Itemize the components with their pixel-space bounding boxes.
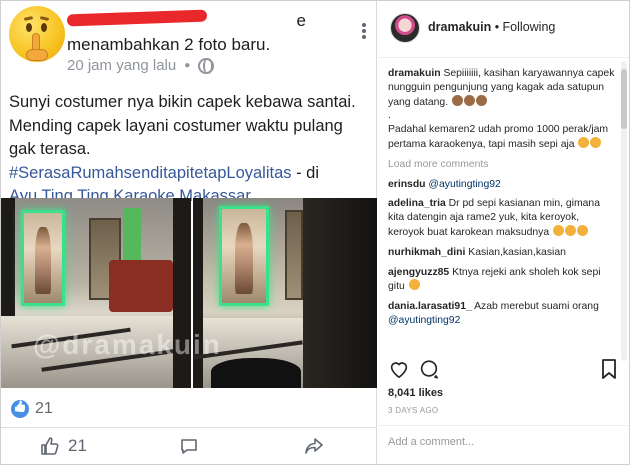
location-connector: - di bbox=[291, 163, 320, 182]
reaction-count: 21 bbox=[35, 400, 53, 417]
post-text: Sunyi costumer nya bikin capek kebawa sa… bbox=[9, 91, 369, 209]
comment-item: nurhikmah_dini Kasian,kasian,kasian bbox=[388, 246, 618, 260]
profile-line: dramakuin • Following bbox=[428, 20, 555, 34]
add-comment-input[interactable] bbox=[388, 436, 618, 448]
caption: dramakuin Sepiiiiiii, kasihan karyawanny… bbox=[388, 67, 618, 152]
caption-user[interactable]: dramakuin bbox=[388, 68, 441, 79]
reactions-summary[interactable]: 21 bbox=[11, 400, 53, 418]
hashtag-link[interactable]: #SerasaRumahsenditapitetapLoyalitas bbox=[9, 164, 292, 182]
smiling-face-icon bbox=[577, 224, 589, 236]
separator-dot: ● bbox=[184, 60, 191, 71]
more-vert-icon[interactable] bbox=[362, 23, 366, 41]
smiling-face-icon bbox=[408, 279, 420, 291]
comments-scrollbar[interactable] bbox=[621, 61, 627, 361]
smiling-face-icon bbox=[578, 136, 590, 148]
like-badge-icon bbox=[11, 400, 29, 418]
thumb-up-icon bbox=[40, 436, 60, 456]
see-no-evil-monkey-icon bbox=[451, 94, 463, 106]
like-button[interactable]: 21 bbox=[1, 428, 126, 464]
comment-text: Azab merebut suami orang bbox=[474, 301, 599, 313]
comment-user[interactable]: ajengyuzz85 bbox=[388, 267, 449, 278]
comment-button[interactable] bbox=[126, 428, 251, 464]
post-timestamp-row: 20 jam yang lalu ● bbox=[67, 57, 215, 74]
post-line-2: Mending capek layani costumer waktu pula… bbox=[9, 116, 343, 159]
profile-username[interactable]: dramakuin bbox=[428, 20, 491, 34]
comments-list: dramakuin Sepiiiiiii, kasihan karyawanny… bbox=[388, 67, 618, 334]
comment-item: dania.larasati91_ Azab merebut suami ora… bbox=[388, 300, 618, 328]
post-timestamp[interactable]: 20 jam yang lalu bbox=[67, 57, 176, 74]
see-no-evil-monkey-icon bbox=[463, 94, 475, 106]
post-line-1: Sunyi costumer nya bikin capek kebawa sa… bbox=[9, 93, 356, 111]
comment-text: Kasian,kasian,kasian bbox=[468, 246, 566, 258]
comment-user[interactable]: dania.larasati91_ bbox=[388, 301, 472, 312]
add-comment-bar bbox=[378, 425, 629, 463]
caption-dot: . bbox=[388, 110, 391, 122]
comment-user[interactable]: erinsdu bbox=[388, 179, 426, 190]
comment-mention[interactable]: @ayutingting92 bbox=[428, 179, 500, 190]
globe-icon bbox=[198, 57, 215, 74]
instagram-header: dramakuin • Following bbox=[378, 1, 629, 58]
comment-icon bbox=[179, 436, 199, 456]
post-action-bar: 21 bbox=[1, 428, 376, 464]
photo-watermark: @dramakuin bbox=[33, 329, 222, 360]
share-icon bbox=[304, 436, 324, 456]
comment-bubble-icon[interactable] bbox=[418, 358, 440, 385]
smiling-face-icon bbox=[590, 136, 602, 148]
likes-count[interactable]: 8,041 likes bbox=[388, 387, 443, 399]
heart-icon[interactable] bbox=[388, 358, 410, 385]
load-more-comments[interactable]: Load more comments bbox=[388, 158, 618, 172]
instagram-action-bar bbox=[388, 358, 618, 382]
caption-text-2: Padahal kemaren2 udah promo 1000 perak/j… bbox=[388, 124, 609, 150]
like-count: 21 bbox=[68, 436, 87, 455]
scream-face-icon bbox=[565, 224, 577, 236]
shushing-face-avatar[interactable] bbox=[9, 6, 65, 62]
comment-user[interactable]: nurhikmah_dini bbox=[388, 247, 465, 258]
instagram-panel: dramakuin • Following dramakuin Sepiiiii… bbox=[378, 1, 629, 464]
post-tags-line: #SerasaRumahsenditapitetapLoyalitas - di bbox=[9, 162, 369, 186]
comment-item: ajengyuzz85 Ktnya rejeki ank sholeh kok … bbox=[388, 266, 618, 295]
comment-mention[interactable]: @ayutingting92 bbox=[388, 315, 460, 326]
bookmark-icon[interactable] bbox=[600, 358, 618, 385]
comment-item: adelina_tria Dr pd sepi kasianan min, gi… bbox=[388, 197, 618, 239]
see-no-evil-monkey-icon bbox=[475, 94, 487, 106]
share-button[interactable] bbox=[251, 428, 376, 464]
comment-item: erinsdu @ayutingting92 bbox=[388, 178, 618, 192]
header-separator: • bbox=[491, 20, 503, 34]
profile-avatar[interactable] bbox=[390, 13, 420, 43]
scream-face-icon bbox=[553, 224, 565, 236]
following-button[interactable]: Following bbox=[503, 20, 556, 34]
facebook-post: xxxxxxxxxxxxxxxxxxxxxxxxxxxe menambahkan… bbox=[1, 1, 377, 464]
comment-user[interactable]: adelina_tria bbox=[388, 198, 446, 209]
post-date: 3 DAYS AGO bbox=[388, 406, 439, 415]
